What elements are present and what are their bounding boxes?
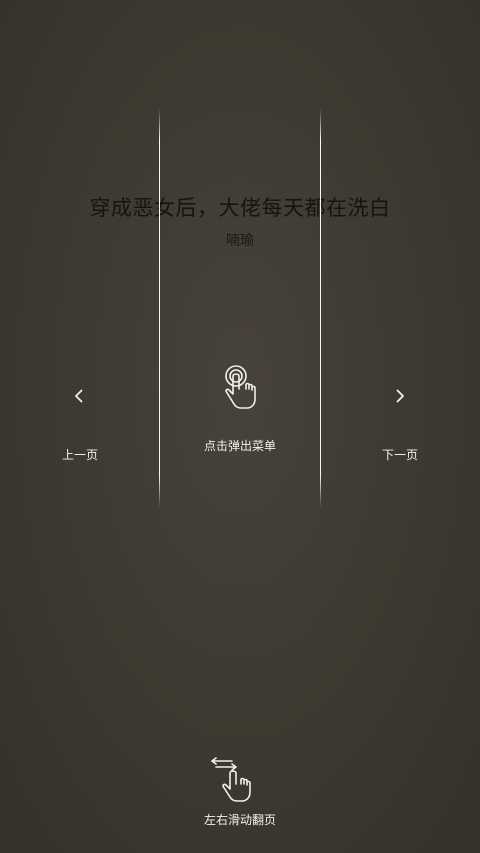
menu-hint-label: 点击弹出菜单 [203, 439, 276, 453]
swipe-hint-label: 左右滑动翻页 [203, 813, 276, 827]
tap-hand-icon [225, 365, 256, 409]
chevron-right-icon [396, 389, 404, 403]
chevron-left-icon [75, 389, 83, 403]
prev-page-label: 上一页 [61, 448, 98, 462]
swipe-hand-icon [211, 757, 251, 802]
reader-page[interactable]: 穿成恶女后，大佬每天都在洗白 喃瑜 上一页 下一页 点击弹出菜单 左右滑动翻页 [0, 0, 480, 853]
next-page-label: 下一页 [381, 448, 418, 462]
